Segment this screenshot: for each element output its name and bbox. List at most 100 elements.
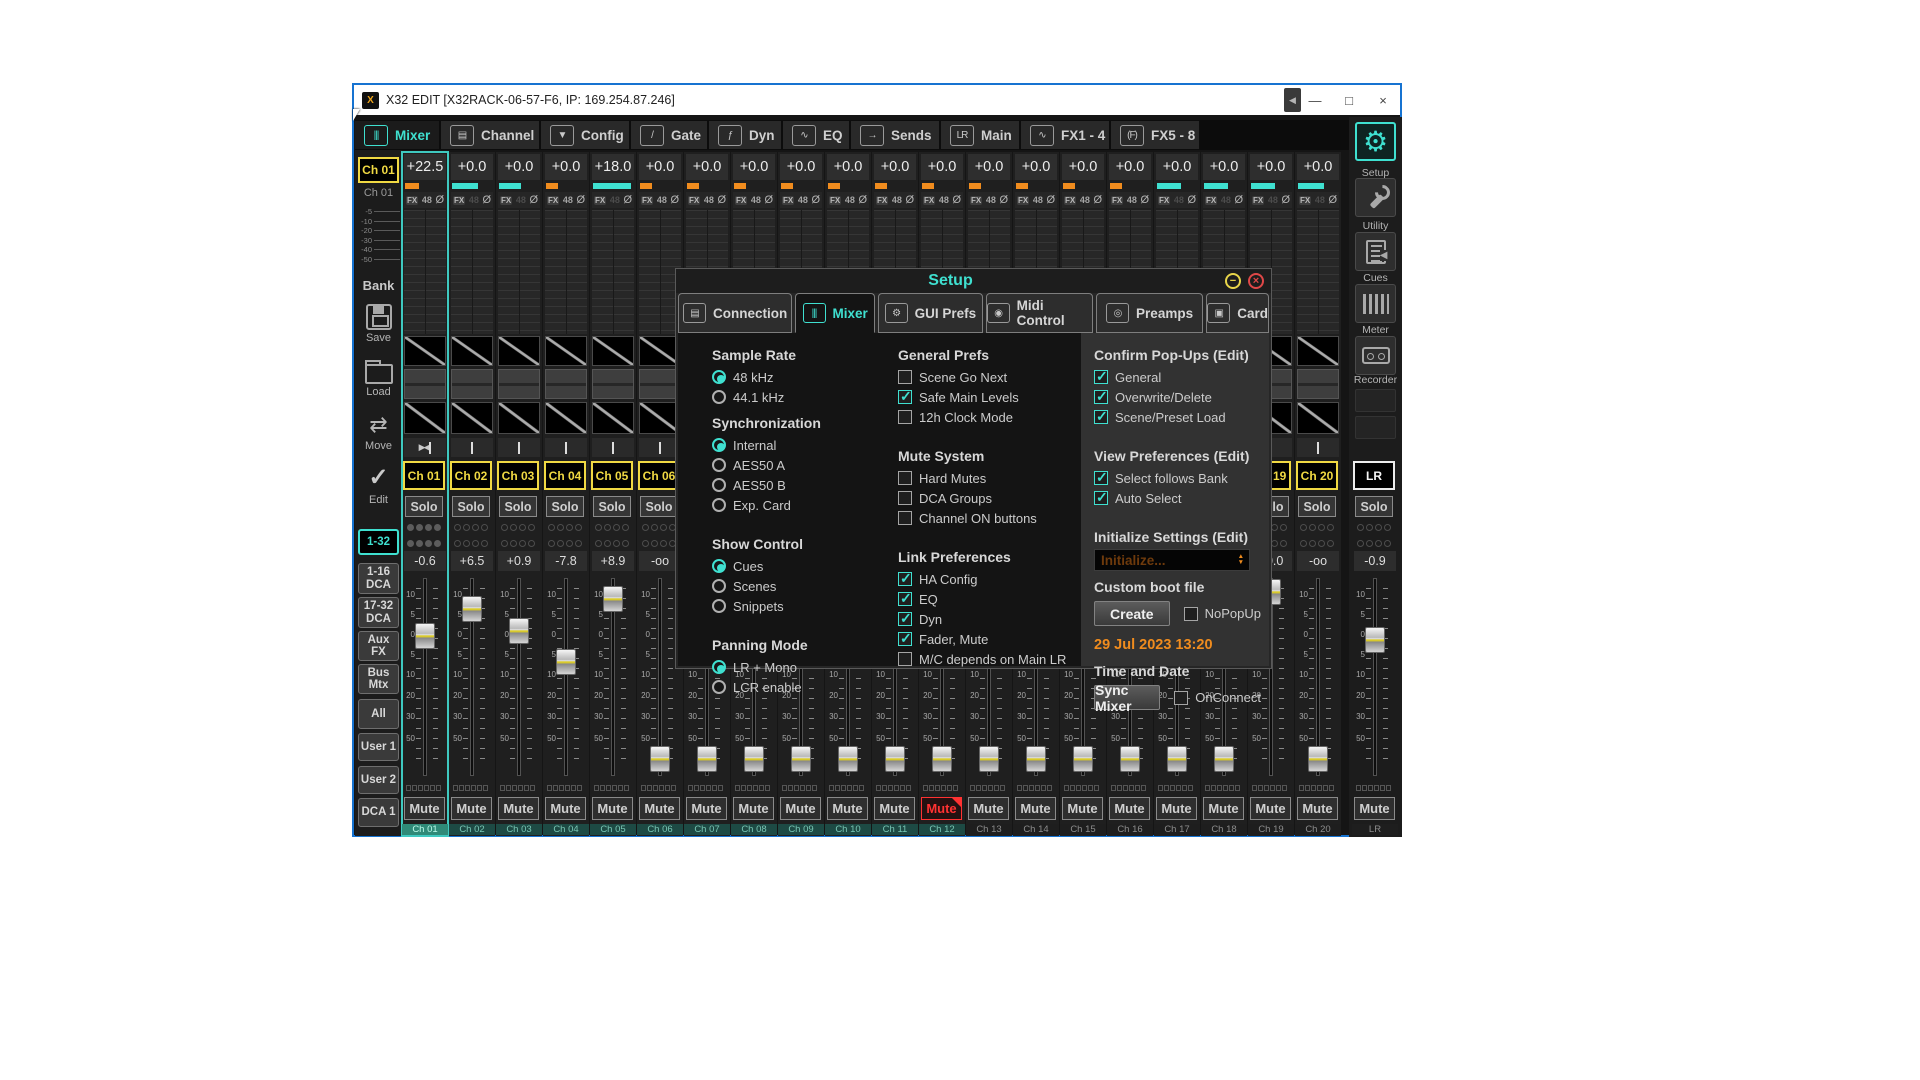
phase-invert-icon[interactable]: Ø — [1328, 195, 1337, 205]
toolbar-button-main[interactable]: LRMain — [941, 121, 1019, 149]
phantom-48v-icon[interactable]: 48 — [751, 195, 761, 205]
setup-tab-midi-control[interactable]: ◉Midi Control — [986, 293, 1093, 333]
fx-badge-icon[interactable]: FX — [1158, 196, 1170, 205]
mute-button-ch-05[interactable]: Mute — [592, 797, 633, 820]
setup-tab-preamps[interactable]: ◎Preamps — [1096, 293, 1203, 333]
eq-thumbnail[interactable] — [545, 369, 587, 399]
fader-cap-ch-05[interactable] — [603, 586, 623, 612]
phase-invert-icon[interactable]: Ø — [1234, 195, 1243, 205]
checkbox-m-c-depends-on-main-lr[interactable]: M/C depends on Main LR — [898, 649, 1080, 669]
gain-value[interactable]: +0.0 — [1015, 154, 1057, 180]
fader-cap-ch-03[interactable] — [509, 618, 529, 644]
gain-value[interactable]: +0.0 — [874, 154, 916, 180]
toolbar-button-dyn[interactable]: ƒDyn — [709, 121, 781, 149]
fader-cap-ch-06[interactable] — [650, 746, 670, 772]
gain-value[interactable]: +0.0 — [780, 154, 822, 180]
phase-invert-icon[interactable]: Ø — [811, 195, 820, 205]
toolbar-button-mixer[interactable]: |||Mixer — [355, 121, 439, 149]
fx-badge-icon[interactable]: FX — [453, 196, 465, 205]
solo-button-ch-01[interactable]: Solo — [405, 496, 443, 517]
solo-button-ch-06[interactable]: Solo — [640, 496, 678, 517]
pan-slider[interactable] — [592, 438, 634, 457]
bank-button-user-1[interactable]: User 1 — [358, 733, 399, 761]
mute-button-ch-06[interactable]: Mute — [639, 797, 680, 820]
checkbox-scene-go-next[interactable]: Scene Go Next — [898, 367, 1080, 387]
radio-lcr-enable[interactable]: LCR enable — [712, 677, 892, 697]
mute-button-ch-11[interactable]: Mute — [874, 797, 915, 820]
scribble-strip-lr[interactable]: LR — [1353, 461, 1395, 490]
sync-mixer-button[interactable]: Sync Mixer — [1094, 685, 1160, 710]
mute-button-ch-03[interactable]: Mute — [498, 797, 539, 820]
mute-button-ch-12[interactable]: Mute — [921, 797, 962, 820]
fx-badge-icon[interactable]: FX — [829, 196, 841, 205]
fx-badge-icon[interactable]: FX — [406, 196, 418, 205]
phase-invert-icon[interactable]: Ø — [905, 195, 914, 205]
fader-cap-ch-13[interactable] — [979, 746, 999, 772]
gain-value[interactable]: +0.0 — [686, 154, 728, 180]
gain-value[interactable]: +0.0 — [1062, 154, 1104, 180]
phase-invert-icon[interactable]: Ø — [576, 195, 585, 205]
checkbox-channel-on-buttons[interactable]: Channel ON buttons — [898, 508, 1080, 528]
bank-button-all[interactable]: All — [358, 699, 399, 729]
phase-invert-icon[interactable]: Ø — [1140, 195, 1149, 205]
initialize-dropdown[interactable]: Initialize...▲▼ — [1094, 549, 1250, 571]
fader-cap-ch-04[interactable] — [556, 649, 576, 675]
scribble-strip-ch-04[interactable]: Ch 04 — [544, 461, 586, 490]
phase-invert-icon[interactable]: Ø — [858, 195, 867, 205]
fader-cap-ch-07[interactable] — [697, 746, 717, 772]
close-button[interactable]: × — [1366, 85, 1400, 115]
phantom-48v-icon[interactable]: 48 — [986, 195, 996, 205]
eq-thumbnail[interactable] — [404, 369, 446, 399]
mute-button-ch-07[interactable]: Mute — [686, 797, 727, 820]
checkbox-overwrite-delete[interactable]: Overwrite/Delete — [1094, 387, 1261, 407]
maximize-button[interactable]: □ — [1332, 85, 1366, 115]
phase-invert-icon[interactable]: Ø — [1187, 195, 1196, 205]
fx-badge-icon[interactable]: FX — [735, 196, 747, 205]
radio-snippets[interactable]: Snippets — [712, 596, 892, 616]
phase-invert-icon[interactable]: Ø — [623, 195, 632, 205]
phantom-48v-icon[interactable]: 48 — [939, 195, 949, 205]
mute-button-ch-04[interactable]: Mute — [545, 797, 586, 820]
gain-value[interactable]: +0.0 — [1250, 154, 1292, 180]
solo-button-ch-02[interactable]: Solo — [452, 496, 490, 517]
fx-badge-icon[interactable]: FX — [1064, 196, 1076, 205]
phase-invert-icon[interactable]: Ø — [435, 195, 444, 205]
checkbox-eq[interactable]: EQ — [898, 589, 1080, 609]
gain-value[interactable]: +22.5 — [404, 154, 446, 180]
dyn-curve-thumbnail[interactable] — [451, 402, 493, 434]
fader-cap-ch-15[interactable] — [1073, 746, 1093, 772]
radio-aes50-b[interactable]: AES50 B — [712, 475, 892, 495]
setup-tab-mixer[interactable]: |||Mixer — [795, 293, 875, 333]
bank-button-bus-mtx[interactable]: Bus Mtx — [358, 664, 399, 694]
phase-invert-icon[interactable]: Ø — [999, 195, 1008, 205]
phase-invert-icon[interactable]: Ø — [1093, 195, 1102, 205]
gain-value[interactable]: +0.0 — [827, 154, 869, 180]
gate-curve-thumbnail[interactable] — [404, 336, 446, 366]
fx-badge-icon[interactable]: FX — [782, 196, 794, 205]
phantom-48v-icon[interactable]: 48 — [1033, 195, 1043, 205]
fader-cap-ch-20[interactable] — [1308, 746, 1328, 772]
sidebar-tool-save[interactable]: Save — [355, 304, 402, 344]
bank-button-aux-fx[interactable]: Aux FX — [358, 631, 399, 661]
scribble-strip-ch-20[interactable]: Ch 20 — [1296, 461, 1338, 490]
pan-slider[interactable] — [1297, 438, 1339, 457]
fader-cap-ch-17[interactable] — [1167, 746, 1187, 772]
phantom-48v-icon[interactable]: 48 — [704, 195, 714, 205]
fx-badge-icon[interactable]: FX — [688, 196, 700, 205]
eq-thumbnail[interactable] — [592, 369, 634, 399]
radio-internal[interactable]: Internal — [712, 435, 892, 455]
dyn-curve-thumbnail[interactable] — [592, 402, 634, 434]
dyn-curve-thumbnail[interactable] — [545, 402, 587, 434]
checkbox-select-follows-bank[interactable]: Select follows Bank — [1094, 468, 1261, 488]
checkbox-hard-mutes[interactable]: Hard Mutes — [898, 468, 1080, 488]
checkbox-scene-preset-load[interactable]: Scene/Preset Load — [1094, 407, 1261, 427]
eq-thumbnail[interactable] — [1297, 369, 1339, 399]
mute-button-ch-13[interactable]: Mute — [968, 797, 1009, 820]
fx-badge-icon[interactable]: FX — [1111, 196, 1123, 205]
fader-cap-ch-16[interactable] — [1120, 746, 1140, 772]
checkbox-general[interactable]: General — [1094, 367, 1261, 387]
checkbox-auto-select[interactable]: Auto Select — [1094, 488, 1261, 508]
pan-slider[interactable] — [451, 438, 493, 457]
phantom-48v-icon[interactable]: 48 — [1221, 195, 1231, 205]
checkbox-dca-groups[interactable]: DCA Groups — [898, 488, 1080, 508]
